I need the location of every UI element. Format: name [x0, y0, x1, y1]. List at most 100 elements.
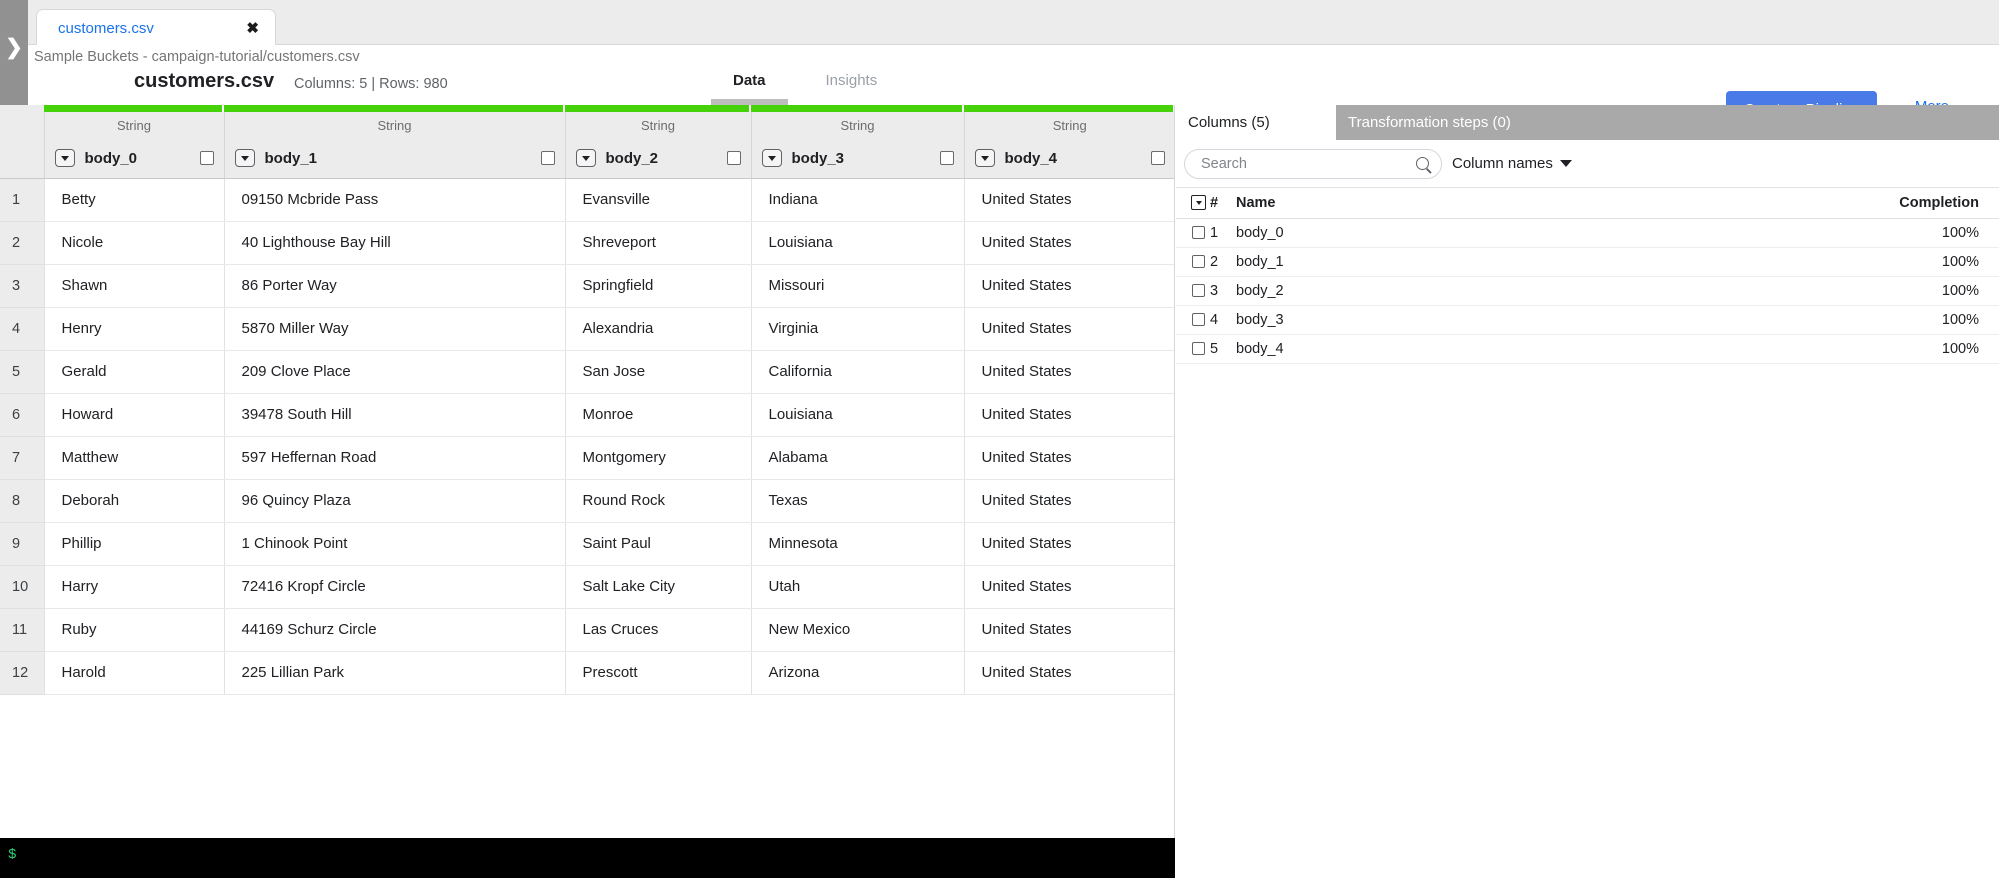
- cell-body-1[interactable]: 86 Porter Way: [223, 264, 565, 308]
- list-item[interactable]: 1 body_0 100%: [1176, 218, 1999, 248]
- tab-columns[interactable]: Columns (5): [1176, 105, 1336, 140]
- cell-body-3[interactable]: Louisiana: [750, 221, 964, 265]
- cell-body-1[interactable]: 225 Lillian Park: [223, 651, 565, 695]
- cell-body-1[interactable]: 44169 Schurz Circle: [223, 608, 565, 652]
- tab-data[interactable]: Data: [703, 65, 796, 105]
- column-row-checkbox[interactable]: [1192, 255, 1205, 268]
- cell-body-4[interactable]: United States: [963, 436, 1174, 480]
- tab-insights[interactable]: Insights: [796, 65, 908, 105]
- cell-body-1[interactable]: 09150 Mcbride Pass: [223, 178, 565, 222]
- cell-body-0[interactable]: Deborah: [43, 479, 224, 523]
- cell-body-4[interactable]: United States: [963, 479, 1174, 523]
- cell-body-3[interactable]: California: [750, 350, 964, 394]
- cell-body-2[interactable]: Saint Paul: [564, 522, 751, 566]
- column-select-checkbox[interactable]: [939, 151, 954, 166]
- cell-body-4[interactable]: United States: [963, 307, 1174, 351]
- cell-body-2[interactable]: Montgomery: [564, 436, 751, 480]
- column-header-body-2[interactable]: body_2: [564, 139, 751, 179]
- cell-body-4[interactable]: United States: [963, 565, 1174, 609]
- cell-body-2[interactable]: San Jose: [564, 350, 751, 394]
- file-tab-customers-csv[interactable]: customers.csv ✖: [36, 9, 276, 46]
- cell-body-2[interactable]: Salt Lake City: [564, 565, 751, 609]
- cell-body-4[interactable]: United States: [963, 350, 1174, 394]
- column-row-checkbox[interactable]: [1192, 226, 1205, 239]
- cell-body-4[interactable]: United States: [963, 651, 1174, 695]
- chevron-right-icon[interactable]: ❯: [5, 37, 23, 58]
- table-row[interactable]: 5 Gerald 209 Clove Place San Jose Califo…: [0, 350, 1174, 394]
- table-row[interactable]: 3 Shawn 86 Porter Way Springfield Missou…: [0, 264, 1174, 308]
- cell-body-0[interactable]: Gerald: [43, 350, 224, 394]
- cell-body-1[interactable]: 597 Heffernan Road: [223, 436, 565, 480]
- cell-body-4[interactable]: United States: [963, 221, 1174, 265]
- cell-body-0[interactable]: Harold: [43, 651, 224, 695]
- cell-body-1[interactable]: 72416 Kropf Circle: [223, 565, 565, 609]
- cell-body-2[interactable]: Monroe: [564, 393, 751, 437]
- cell-body-2[interactable]: Springfield: [564, 264, 751, 308]
- cell-body-1[interactable]: 209 Clove Place: [223, 350, 565, 394]
- cell-body-1[interactable]: 40 Lighthouse Bay Hill: [223, 221, 565, 265]
- cell-body-0[interactable]: Nicole: [43, 221, 224, 265]
- row-checkbox-cell[interactable]: [1176, 218, 1210, 248]
- cell-body-0[interactable]: Ruby: [43, 608, 224, 652]
- cell-body-3[interactable]: New Mexico: [750, 608, 964, 652]
- cell-body-0[interactable]: Shawn: [43, 264, 224, 308]
- cell-body-2[interactable]: Shreveport: [564, 221, 751, 265]
- row-checkbox-cell[interactable]: [1176, 334, 1210, 364]
- table-row[interactable]: 11 Ruby 44169 Schurz Circle Las Cruces N…: [0, 608, 1174, 652]
- row-checkbox-cell[interactable]: [1176, 276, 1210, 306]
- cell-body-2[interactable]: Alexandria: [564, 307, 751, 351]
- cell-body-4[interactable]: United States: [963, 264, 1174, 308]
- row-checkbox-cell[interactable]: [1176, 247, 1210, 277]
- data-grid[interactable]: String String String String String body_…: [0, 105, 1175, 838]
- column-menu-icon[interactable]: [761, 149, 782, 168]
- column-header-body-4[interactable]: body_4: [963, 139, 1174, 179]
- table-row[interactable]: 2 Nicole 40 Lighthouse Bay Hill Shrevepo…: [0, 221, 1174, 265]
- select-all-checkbox[interactable]: [1191, 195, 1206, 211]
- list-item[interactable]: 5 body_4 100%: [1176, 334, 1999, 364]
- table-row[interactable]: 6 Howard 39478 South Hill Monroe Louisia…: [0, 393, 1174, 437]
- column-menu-icon[interactable]: [575, 149, 596, 168]
- column-header-body-1[interactable]: body_1: [223, 139, 565, 179]
- close-icon[interactable]: ✖: [246, 19, 259, 37]
- table-row[interactable]: 8 Deborah 96 Quincy Plaza Round Rock Tex…: [0, 479, 1174, 523]
- row-checkbox-cell[interactable]: [1176, 305, 1210, 335]
- cell-body-0[interactable]: Harry: [43, 565, 224, 609]
- column-header-body-0[interactable]: body_0: [43, 139, 224, 179]
- column-row-checkbox[interactable]: [1192, 313, 1205, 326]
- table-row[interactable]: 4 Henry 5870 Miller Way Alexandria Virgi…: [0, 307, 1174, 351]
- column-row-checkbox[interactable]: [1192, 284, 1205, 297]
- table-row[interactable]: 9 Phillip 1 Chinook Point Saint Paul Min…: [0, 522, 1174, 566]
- column-header-body-3[interactable]: body_3: [750, 139, 964, 179]
- cell-body-3[interactable]: Alabama: [750, 436, 964, 480]
- cell-body-1[interactable]: 96 Quincy Plaza: [223, 479, 565, 523]
- table-row[interactable]: 10 Harry 72416 Kropf Circle Salt Lake Ci…: [0, 565, 1174, 609]
- cell-body-2[interactable]: Las Cruces: [564, 608, 751, 652]
- cell-body-3[interactable]: Minnesota: [750, 522, 964, 566]
- cell-body-4[interactable]: United States: [963, 608, 1174, 652]
- cell-body-2[interactable]: Round Rock: [564, 479, 751, 523]
- cell-body-0[interactable]: Phillip: [43, 522, 224, 566]
- column-row-checkbox[interactable]: [1192, 342, 1205, 355]
- cell-body-3[interactable]: Missouri: [750, 264, 964, 308]
- cell-body-0[interactable]: Howard: [43, 393, 224, 437]
- column-select-checkbox[interactable]: [1151, 151, 1165, 166]
- table-row[interactable]: 7 Matthew 597 Heffernan Road Montgomery …: [0, 436, 1174, 480]
- cell-body-3[interactable]: Texas: [750, 479, 964, 523]
- table-row[interactable]: 1 Betty 09150 Mcbride Pass Evansville In…: [0, 178, 1174, 222]
- cell-body-3[interactable]: Louisiana: [750, 393, 964, 437]
- column-menu-icon[interactable]: [974, 149, 995, 168]
- cell-body-4[interactable]: United States: [963, 522, 1174, 566]
- cell-body-0[interactable]: Betty: [43, 178, 224, 222]
- tab-transformation-steps[interactable]: Transformation steps (0): [1336, 105, 1999, 140]
- table-row[interactable]: 12 Harold 225 Lillian Park Prescott Ariz…: [0, 651, 1174, 695]
- column-select-checkbox[interactable]: [726, 151, 741, 166]
- cell-body-2[interactable]: Prescott: [564, 651, 751, 695]
- list-item[interactable]: 3 body_2 100%: [1176, 276, 1999, 306]
- column-select-checkbox[interactable]: [540, 151, 555, 166]
- select-all-header[interactable]: [1176, 188, 1210, 219]
- cell-body-3[interactable]: Virginia: [750, 307, 964, 351]
- cell-body-3[interactable]: Indiana: [750, 178, 964, 222]
- column-select-checkbox[interactable]: [199, 151, 214, 166]
- search-input[interactable]: [1201, 155, 1416, 172]
- column-menu-icon[interactable]: [234, 149, 255, 168]
